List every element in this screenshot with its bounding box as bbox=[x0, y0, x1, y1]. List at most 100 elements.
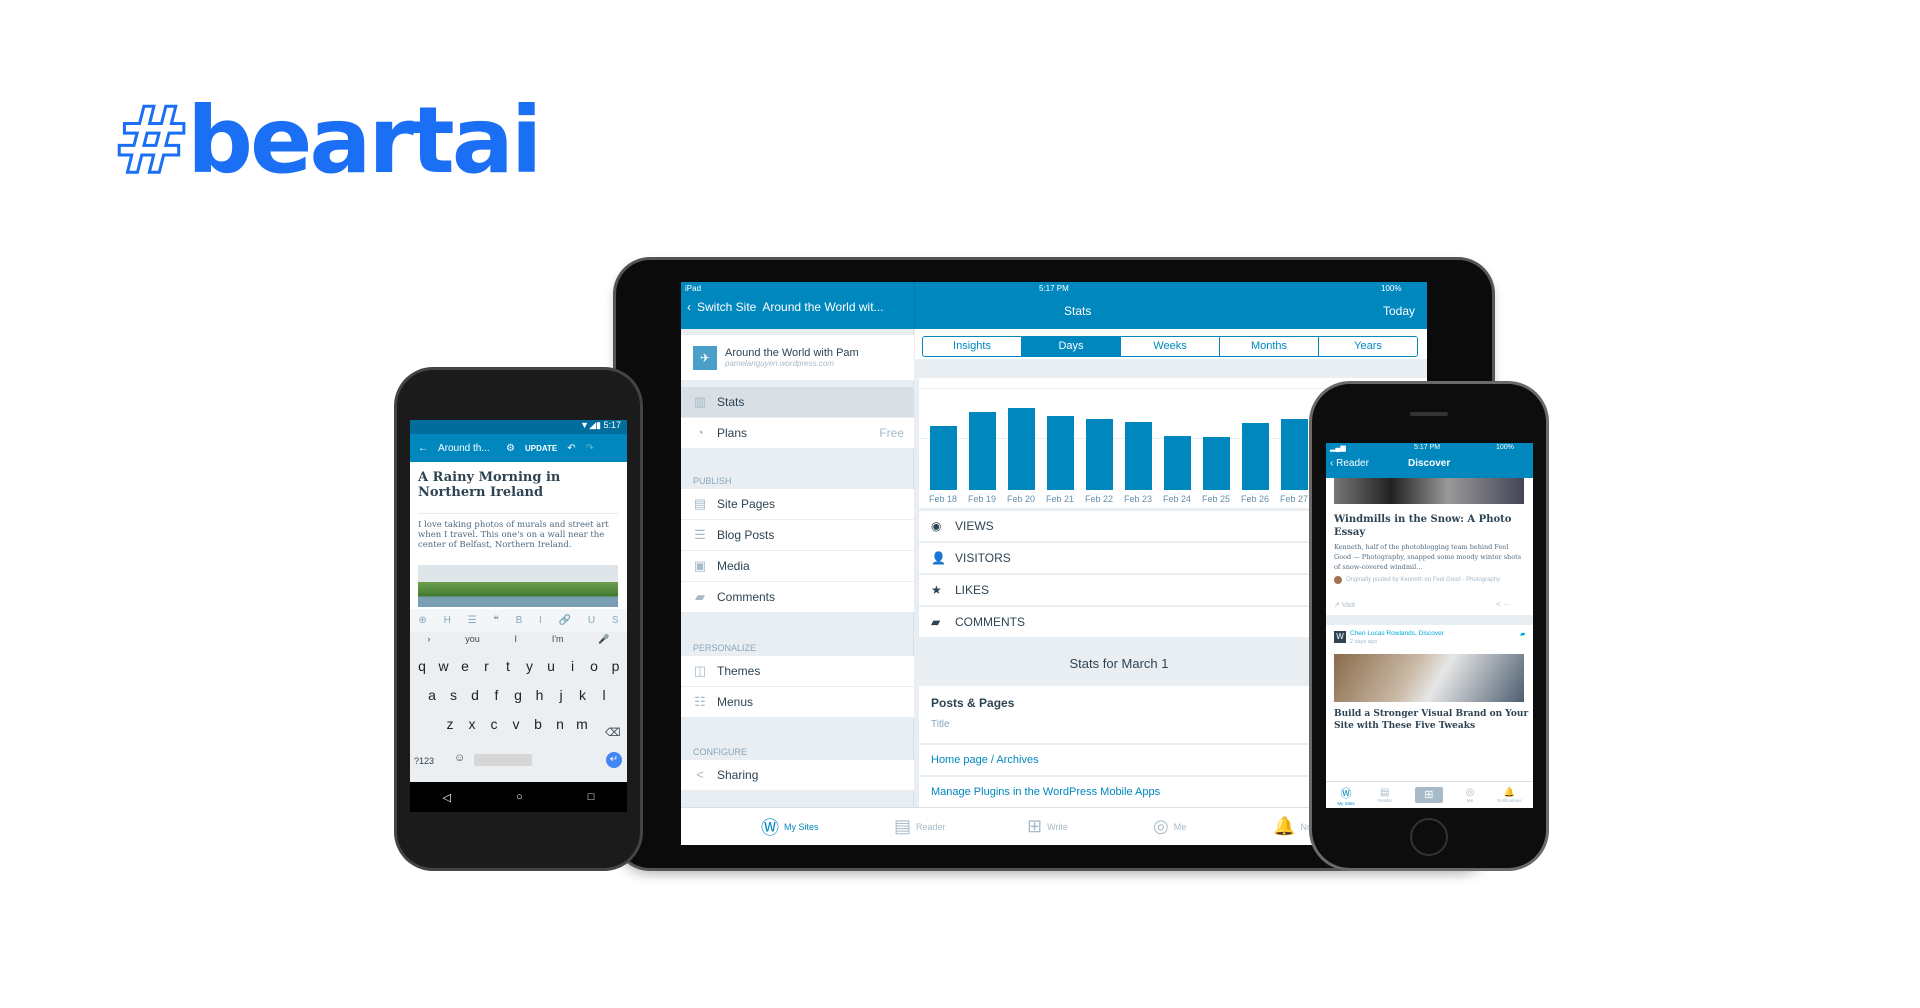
backspace-icon[interactable]: ⌫ bbox=[605, 726, 621, 739]
key-p[interactable]: p bbox=[606, 658, 626, 674]
key-r[interactable]: r bbox=[477, 658, 497, 674]
emoji-icon[interactable]: ☺ bbox=[454, 752, 465, 764]
key-g[interactable]: g bbox=[508, 687, 528, 703]
tab-my-sites[interactable]: Ⓦ My Sites bbox=[1337, 785, 1354, 806]
key-t[interactable]: t bbox=[498, 658, 518, 674]
key-c[interactable]: c bbox=[484, 716, 504, 732]
key-j[interactable]: j bbox=[551, 687, 571, 703]
key-f[interactable]: f bbox=[487, 687, 507, 703]
suggestion[interactable]: you bbox=[465, 634, 480, 645]
key-x[interactable]: x bbox=[462, 716, 482, 732]
expand-icon[interactable]: › bbox=[427, 634, 430, 645]
key-v[interactable]: v bbox=[506, 716, 526, 732]
tab-notifications[interactable]: 🔔Notifications bbox=[1497, 787, 1522, 803]
chart-bar[interactable] bbox=[1164, 436, 1191, 490]
key-h[interactable]: h bbox=[530, 687, 550, 703]
suggestion[interactable]: I bbox=[515, 634, 518, 645]
chart-bar[interactable] bbox=[969, 412, 996, 490]
key-l[interactable]: l bbox=[594, 687, 614, 703]
sidebar-item-site-pages[interactable]: ▤ Site Pages bbox=[681, 489, 914, 520]
key-u[interactable]: u bbox=[541, 658, 561, 674]
card-title[interactable]: Build a Stronger Visual Brand on Your Si… bbox=[1334, 708, 1530, 732]
sidebar-item-plans[interactable]: ◔ Plans Free bbox=[681, 418, 914, 449]
underline-icon[interactable]: U bbox=[588, 615, 595, 626]
chart-bar[interactable] bbox=[1086, 419, 1113, 490]
tab-days[interactable]: Days bbox=[1022, 337, 1121, 356]
key-q[interactable]: q bbox=[412, 658, 432, 674]
tab-me[interactable]: ◎ Me bbox=[1153, 808, 1186, 845]
chart-bar[interactable] bbox=[1047, 416, 1074, 490]
chart-bar[interactable] bbox=[1242, 423, 1269, 490]
back-triangle-icon[interactable]: ◁ bbox=[443, 791, 451, 804]
key-a[interactable]: a bbox=[422, 687, 442, 703]
gear-icon[interactable]: ⚙ bbox=[506, 443, 515, 454]
tab-years[interactable]: Years bbox=[1319, 337, 1417, 356]
add-icon[interactable]: ⊕ bbox=[418, 615, 426, 626]
chart-bar[interactable] bbox=[1125, 422, 1152, 490]
chart-bar[interactable] bbox=[930, 426, 957, 490]
key-b[interactable]: b bbox=[528, 716, 548, 732]
key-d[interactable]: d bbox=[465, 687, 485, 703]
today-button[interactable]: Today bbox=[1383, 304, 1415, 318]
enter-key[interactable]: ↵ bbox=[606, 752, 622, 768]
undo-icon[interactable]: ↶ bbox=[567, 443, 575, 454]
key-numbers[interactable]: ?123 bbox=[414, 756, 434, 766]
update-button[interactable]: UPDATE bbox=[525, 444, 557, 453]
key-s[interactable]: s bbox=[444, 687, 464, 703]
visit-link[interactable]: ↗ Visit bbox=[1334, 601, 1355, 609]
card-author[interactable]: Cheri Lucas Rowlands, Discover bbox=[1350, 630, 1444, 637]
tab-me[interactable]: ◎ Me bbox=[1466, 787, 1475, 803]
quote-icon[interactable]: ❝ bbox=[493, 615, 498, 626]
heading-icon[interactable]: H bbox=[444, 615, 451, 626]
follow-icon[interactable]: ▰ bbox=[1520, 630, 1525, 638]
redo-icon[interactable]: ↷ bbox=[586, 443, 594, 454]
suggestion[interactable]: I'm bbox=[552, 634, 564, 645]
key-w[interactable]: w bbox=[434, 658, 454, 674]
sidebar-item-media[interactable]: ▣ Media bbox=[681, 551, 914, 582]
key-i[interactable]: i bbox=[563, 658, 583, 674]
write-button[interactable]: ⊞ bbox=[1414, 787, 1443, 803]
sidebar-item-menus[interactable]: ☷ Menus bbox=[681, 687, 914, 718]
home-button[interactable] bbox=[1410, 818, 1448, 856]
post-body[interactable]: I love taking photos of murals and stree… bbox=[418, 520, 620, 550]
tab-reader[interactable]: ▤ Reader bbox=[1377, 787, 1392, 803]
key-k[interactable]: k bbox=[573, 687, 593, 703]
card-title[interactable]: Windmills in the Snow: A Photo Essay bbox=[1334, 513, 1524, 539]
tab-my-sites[interactable]: Ⓦ My Sites bbox=[761, 808, 819, 845]
bold-icon[interactable]: B bbox=[516, 615, 523, 626]
post-title[interactable]: A Rainy Morning in Northern Ireland bbox=[418, 470, 618, 500]
post-link[interactable]: Home page / Archives bbox=[931, 754, 1039, 766]
back-arrow-icon[interactable]: ← bbox=[418, 443, 428, 454]
chart-bar[interactable] bbox=[1203, 437, 1230, 490]
key-m[interactable]: m bbox=[572, 716, 592, 732]
mic-icon[interactable]: 🎤 bbox=[598, 634, 609, 645]
chart-bar[interactable] bbox=[1008, 408, 1035, 490]
list-icon[interactable]: ☰ bbox=[468, 615, 477, 626]
key-space[interactable] bbox=[474, 754, 532, 766]
tab-write[interactable]: ⊞ Write bbox=[1027, 808, 1068, 845]
key-o[interactable]: o bbox=[584, 658, 604, 674]
key-e[interactable]: e bbox=[455, 658, 475, 674]
strikethrough-icon[interactable]: S bbox=[612, 615, 619, 626]
link-icon[interactable]: 🔗 bbox=[559, 615, 571, 626]
recents-square-icon[interactable]: □ bbox=[588, 791, 595, 803]
tab-insights[interactable]: Insights bbox=[923, 337, 1022, 356]
switch-site-button[interactable]: ‹ Switch Site Around the World wit... bbox=[687, 300, 884, 314]
key-y[interactable]: y bbox=[520, 658, 540, 674]
share-icon[interactable]: < ··· bbox=[1496, 600, 1511, 609]
key-z[interactable]: z bbox=[440, 716, 460, 732]
post-link[interactable]: Manage Plugins in the WordPress Mobile A… bbox=[931, 786, 1160, 798]
tab-reader[interactable]: ▤ Reader bbox=[894, 808, 946, 845]
site-header[interactable]: ✈ Around the World with Pam pamelanguyen… bbox=[681, 335, 914, 381]
sidebar-item-themes[interactable]: ◫ Themes bbox=[681, 656, 914, 687]
sidebar-item-stats[interactable]: ▥ Stats bbox=[681, 387, 914, 418]
home-circle-icon[interactable]: ○ bbox=[516, 791, 523, 803]
sidebar-item-comments[interactable]: ▰ Comments bbox=[681, 582, 914, 613]
attribution[interactable]: Originally posted by Kenneth on Feel Goo… bbox=[1334, 576, 1526, 584]
chart-bar[interactable] bbox=[1281, 419, 1308, 490]
sidebar-item-blog-posts[interactable]: ☰ Blog Posts bbox=[681, 520, 914, 551]
key-n[interactable]: n bbox=[550, 716, 570, 732]
sidebar-item-sharing[interactable]: < Sharing bbox=[681, 760, 914, 791]
back-button[interactable]: ‹ Reader bbox=[1330, 458, 1369, 469]
tab-weeks[interactable]: Weeks bbox=[1121, 337, 1220, 356]
